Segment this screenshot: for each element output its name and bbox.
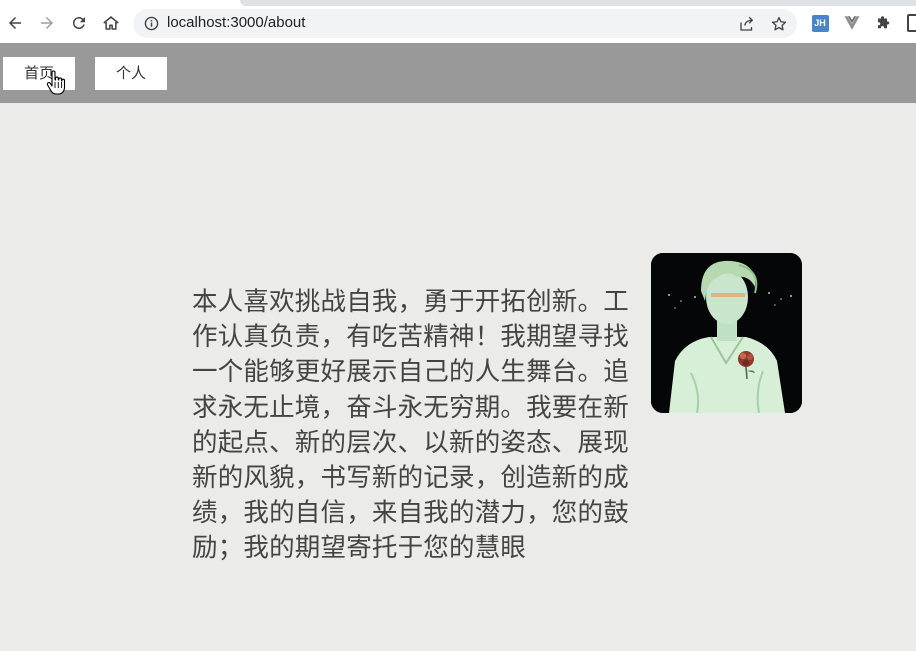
jh-extension-icon: JH [811,14,829,32]
reload-button[interactable] [69,13,89,33]
extensions-button[interactable] [875,14,893,32]
vue-devtools-button[interactable] [843,14,861,32]
reload-icon [72,17,85,30]
tab-strip [240,0,916,6]
home-icon [103,16,119,30]
star-icon[interactable] [770,15,788,33]
browser-toolbar: localhost:3000/about JH [0,0,916,43]
app-nav-bar: 首页 个人 [0,43,916,103]
avatar-illustration [651,253,802,413]
puzzle-icon [878,16,890,29]
address-bar[interactable]: localhost:3000/about [133,9,797,38]
back-button[interactable] [5,13,25,33]
intro-paragraph: 本人喜欢挑战自我，勇于开拓创新。工作认真负责，有吃苦精神！我期望寻找一个能够更好… [192,287,629,564]
vue-icon [844,16,860,30]
side-panel-icon[interactable] [907,14,916,32]
info-icon[interactable] [144,16,159,31]
hand-pointer-icon [46,70,66,95]
jh-extension-button[interactable]: JH [811,14,829,32]
share-icon[interactable] [738,15,756,33]
nav-link-profile[interactable]: 个人 [95,57,167,90]
arrow-left-icon [9,17,21,29]
avatar [651,253,802,413]
arrow-right-icon [41,17,53,29]
home-button[interactable] [101,13,121,33]
forward-button[interactable] [37,13,57,33]
url-text[interactable]: localhost:3000/about [167,14,305,31]
